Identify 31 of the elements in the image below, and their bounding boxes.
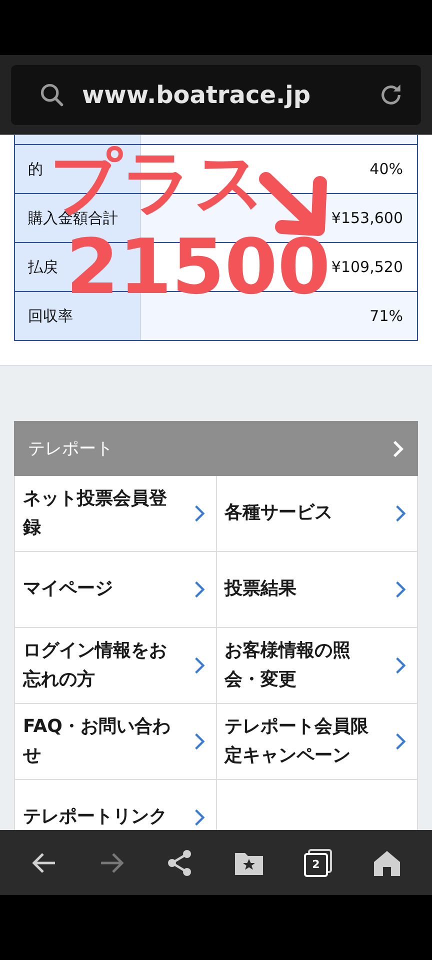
table-label: 回収率 xyxy=(28,306,73,326)
chevron-icon xyxy=(194,656,204,675)
table-value: ¥109,520 xyxy=(331,258,403,276)
table-label: 払戻 xyxy=(28,258,58,276)
search-icon xyxy=(39,82,65,108)
chevron-icon xyxy=(395,732,406,751)
table-value: ¥153,600 xyxy=(331,209,403,227)
share-icon[interactable] xyxy=(166,848,194,876)
chevron-icon xyxy=(194,808,204,827)
address-bar[interactable]: www.boatrace.jp xyxy=(11,65,421,125)
menu-link[interactable]: ネット投票会員登録 xyxy=(15,476,216,552)
chevron-icon xyxy=(194,580,204,599)
chevron-icon xyxy=(395,656,406,675)
menu-link[interactable]: テレポート会員限定キャンペーン xyxy=(216,704,418,780)
chevron-icon xyxy=(395,504,406,523)
menu-link[interactable]: お客様情報の照会・変更 xyxy=(216,628,418,704)
table-value: 40% xyxy=(370,160,403,178)
menu-link[interactable]: 投票結果 xyxy=(216,552,418,628)
menu-link[interactable]: FAQ・お問い合わせ xyxy=(15,704,216,780)
home-icon[interactable] xyxy=(372,848,402,876)
table-label: 的 xyxy=(28,160,43,178)
chevron-icon xyxy=(194,504,204,523)
url-text: www.boatrace.jp xyxy=(82,81,312,109)
chevron-icon xyxy=(395,580,406,599)
handwritten-note: 21500 xyxy=(66,229,330,305)
chevron-icon xyxy=(392,440,404,458)
chevron-icon xyxy=(194,732,204,751)
menu-link[interactable]: 各種サービス xyxy=(216,476,418,552)
menu-link[interactable]: ログイン情報をお忘れの方 xyxy=(15,628,216,704)
table-value: 71% xyxy=(370,307,403,325)
menu-link[interactable]: マイページ xyxy=(15,552,216,628)
